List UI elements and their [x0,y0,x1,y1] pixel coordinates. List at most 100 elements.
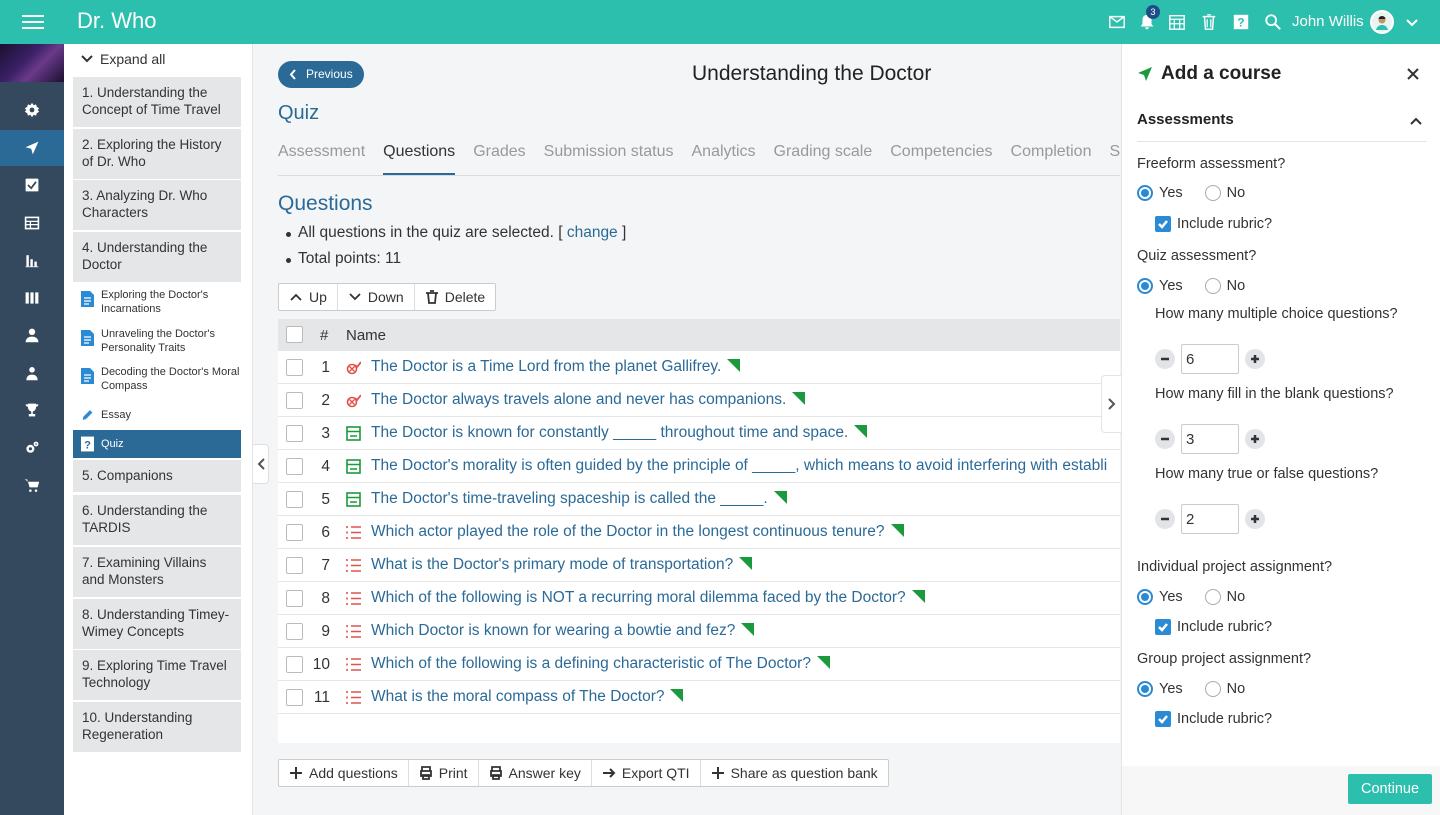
outline-page-moral-compass[interactable]: Decoding the Doctor's Moral Compass [73,365,241,395]
row-checkbox[interactable] [286,557,303,574]
row-checkbox[interactable] [286,359,303,376]
question-link[interactable]: What is the Doctor's primary mode of tra… [371,556,753,574]
assessments-accordion[interactable]: Assessments [1137,110,1427,142]
row-checkbox[interactable] [286,689,303,706]
outline-unit-7[interactable]: 7. Examining Villains and Monsters [73,547,241,597]
previous-button[interactable]: Previous [278,61,364,88]
question-link[interactable]: The Doctor is a Time Lord from the plane… [371,358,741,376]
plus-icon[interactable] [1245,509,1265,529]
minus-icon[interactable] [1155,509,1175,529]
chevron-down-icon[interactable] [1404,14,1420,30]
question-link[interactable]: What is the moral compass of The Doctor? [371,688,684,706]
row-checkbox[interactable] [286,590,303,607]
tab-assessment[interactable]: Assessment [278,140,365,175]
individual-rubric-checkbox[interactable] [1155,619,1171,635]
tab-completion[interactable]: Completion [1011,140,1092,175]
continue-button[interactable]: Continue [1348,774,1432,804]
tf-count-input[interactable] [1181,504,1239,534]
row-checkbox[interactable] [286,458,303,475]
calendar-icon[interactable] [1166,11,1188,33]
fib-count-input[interactable] [1181,424,1239,454]
search-icon[interactable] [1262,11,1284,33]
minus-icon[interactable] [1155,349,1175,369]
help-icon[interactable]: ? [1230,11,1252,33]
freeform-yes-radio[interactable] [1137,185,1153,201]
plus-icon[interactable] [1245,349,1265,369]
freeform-rubric-checkbox[interactable] [1155,216,1171,232]
group-no-radio[interactable] [1204,681,1221,697]
close-icon[interactable] [1405,66,1421,82]
individual-no-radio[interactable] [1204,589,1221,605]
question-link[interactable]: The Doctor always travels alone and neve… [371,391,806,409]
row-checkbox[interactable] [286,491,303,508]
mail-icon[interactable] [1106,11,1128,33]
tab-grades[interactable]: Grades [473,140,525,175]
minus-icon[interactable] [1155,429,1175,449]
outline-unit-2[interactable]: 2. Exploring the History of Dr. Who [73,129,241,179]
outline-unit-4[interactable]: 4. Understanding the Doctor [73,232,241,282]
group-yes-radio[interactable] [1137,681,1153,697]
tab-submission-status[interactable]: Submission status [544,140,674,175]
tab-analytics[interactable]: Analytics [692,140,756,175]
print-button[interactable]: Print [409,760,479,786]
outline-page-personality[interactable]: Unraveling the Doctor's Personality Trai… [73,327,241,357]
question-link[interactable]: The Doctor is known for constantly _____… [371,424,868,442]
question-link[interactable]: Which of the following is NOT a recurrin… [371,589,925,607]
users-icon[interactable] [0,355,64,391]
tab-competencies[interactable]: Competencies [890,140,992,175]
trophy-icon[interactable] [0,392,64,428]
row-checkbox[interactable] [286,392,303,409]
question-link[interactable]: The Doctor's morality is often guided by… [371,457,1107,475]
delete-button[interactable]: Delete [415,284,495,310]
outline-essay[interactable]: Essay [73,407,241,423]
gear-icon[interactable] [0,92,64,128]
share-question-bank-button[interactable]: Share as question bank [701,760,888,786]
table-icon[interactable] [0,205,64,241]
export-qti-button[interactable]: Export QTI [592,760,701,786]
user-name[interactable]: John Willis [1292,13,1364,30]
outline-unit-5[interactable]: 5. Companions [73,460,241,492]
expand-all-toggle[interactable]: Expand all [80,51,165,67]
collapse-outline-button[interactable] [253,444,269,484]
avatar[interactable] [1370,10,1394,34]
mc-count-input[interactable] [1181,344,1239,374]
plus-icon[interactable] [1245,429,1265,449]
panel-toggle-button[interactable] [1101,375,1121,433]
row-checkbox[interactable] [286,623,303,640]
hamburger-menu-icon[interactable] [22,11,44,33]
quiz-no-radio[interactable] [1204,278,1221,294]
tab-questions[interactable]: Questions [383,140,456,175]
outline-unit-10[interactable]: 10. Understanding Regeneration [73,702,241,752]
quiz-yes-radio[interactable] [1137,278,1153,294]
tab-grading-scale[interactable]: Grading scale [774,140,873,175]
trash-icon[interactable] [1198,11,1220,33]
send-icon[interactable] [0,130,64,166]
cart-icon[interactable] [0,467,64,503]
down-button[interactable]: Down [338,284,415,310]
cogs-icon[interactable] [0,430,64,466]
answer-key-button[interactable]: Answer key [479,760,592,786]
user-icon[interactable] [0,317,64,353]
group-rubric-checkbox[interactable] [1155,711,1171,727]
outline-quiz[interactable]: ? Quiz [73,430,241,458]
change-link[interactable]: change [567,224,618,241]
freeform-no-radio[interactable] [1204,185,1221,201]
columns-icon[interactable] [0,280,64,316]
question-link[interactable]: Which actor played the role of the Docto… [371,523,904,541]
outline-unit-9[interactable]: 9. Exploring Time Travel Technology [73,650,241,700]
row-checkbox[interactable] [286,425,303,442]
individual-yes-radio[interactable] [1137,589,1153,605]
check-icon[interactable] [0,167,64,203]
outline-page-incarnations[interactable]: Exploring the Doctor's Incarnations [73,288,241,318]
select-all-checkbox[interactable] [286,326,303,343]
outline-unit-6[interactable]: 6. Understanding the TARDIS [73,495,241,545]
outline-unit-3[interactable]: 3. Analyzing Dr. Who Characters [73,180,241,230]
row-checkbox[interactable] [286,656,303,673]
outline-unit-8[interactable]: 8. Understanding Timey-Wimey Concepts [73,599,241,649]
question-link[interactable]: Which of the following is a defining cha… [371,655,830,673]
up-button[interactable]: Up [279,284,338,310]
row-checkbox[interactable] [286,524,303,541]
course-thumbnail[interactable] [0,44,64,82]
question-link[interactable]: The Doctor's time-traveling spaceship is… [371,490,787,508]
add-questions-button[interactable]: Add questions [279,760,409,786]
